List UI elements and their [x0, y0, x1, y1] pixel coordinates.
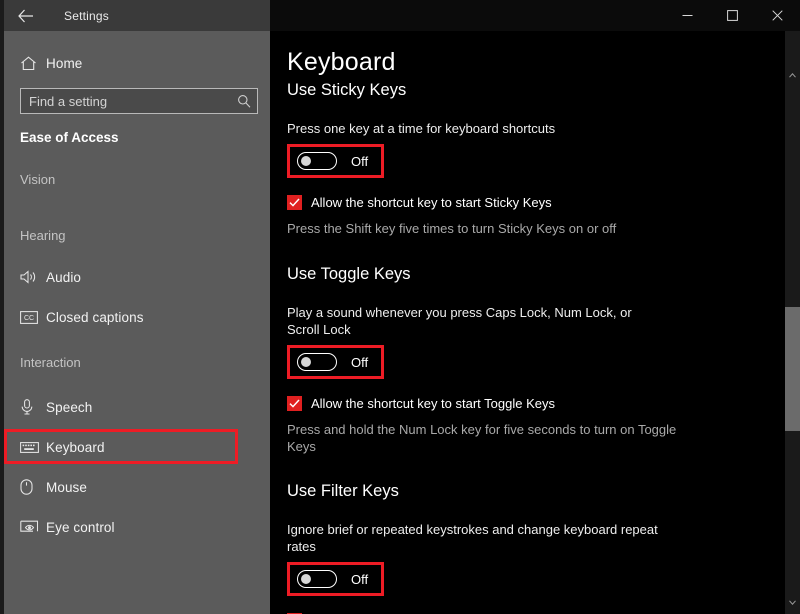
- toggle-switch-sticky-keys[interactable]: [297, 152, 337, 170]
- speaker-icon: [20, 270, 46, 284]
- checkbox-sticky-keys[interactable]: [287, 195, 302, 210]
- toggle-knob: [301, 357, 311, 367]
- toggle-state-toggle-keys: Off: [351, 355, 368, 370]
- toggle-state-filter-keys: Off: [351, 572, 368, 587]
- sidebar-item-eye-control-label: Eye control: [46, 520, 115, 535]
- sidebar-item-audio[interactable]: Audio: [4, 262, 270, 292]
- sidebar-item-mouse-label: Mouse: [46, 480, 87, 495]
- scrollbar-down-arrow[interactable]: [785, 594, 800, 610]
- sidebar-category-title: Ease of Access: [20, 130, 119, 145]
- section-heading-filter-keys: Use Filter Keys: [287, 482, 766, 501]
- sidebar-group-vision: Vision: [20, 172, 55, 187]
- toggle-knob: [301, 574, 311, 584]
- toggle-toggle-keys[interactable]: Off: [287, 345, 384, 379]
- toggle-switch-filter-keys[interactable]: [297, 570, 337, 588]
- keyboard-icon: [20, 441, 46, 454]
- section-heading-sticky-keys: Use Sticky Keys: [287, 81, 766, 100]
- section-heading-toggle-keys: Use Toggle Keys: [287, 265, 766, 284]
- microphone-icon: [20, 399, 46, 415]
- checkbox-label-toggle-keys: Allow the shortcut key to start Toggle K…: [311, 396, 555, 411]
- section-hint-sticky-keys: Press the Shift key five times to turn S…: [287, 220, 766, 237]
- sidebar-item-keyboard-label: Keyboard: [46, 440, 105, 455]
- sidebar-titlebar: Settings: [4, 0, 270, 31]
- window-title: Settings: [64, 9, 109, 23]
- toggle-switch-toggle-keys[interactable]: [297, 353, 337, 371]
- main-pane: Keyboard Use Sticky Keys Press one key a…: [270, 0, 800, 614]
- vertical-scrollbar[interactable]: [785, 31, 800, 614]
- scrollbar-thumb[interactable]: [785, 307, 800, 431]
- section-description-toggle-keys: Play a sound whenever you press Caps Loc…: [287, 304, 667, 338]
- checkbox-row-toggle-keys[interactable]: Allow the shortcut key to start Toggle K…: [287, 396, 766, 411]
- search-icon[interactable]: [231, 89, 257, 113]
- back-arrow-icon[interactable]: [4, 0, 48, 31]
- maximize-button[interactable]: [710, 0, 755, 31]
- close-button[interactable]: [755, 0, 800, 31]
- window-controls: [270, 0, 800, 31]
- sidebar-item-eye-control[interactable]: Eye control: [4, 512, 270, 542]
- section-description-sticky-keys: Press one key at a time for keyboard sho…: [287, 120, 766, 137]
- search-input[interactable]: [21, 94, 231, 109]
- sidebar-item-closed-captions-label: Closed captions: [46, 310, 144, 325]
- sidebar-item-mouse[interactable]: Mouse: [4, 472, 270, 502]
- sidebar-group-interaction: Interaction: [20, 355, 81, 370]
- eye-control-icon: [20, 520, 46, 534]
- sidebar-item-home[interactable]: Home: [4, 48, 270, 78]
- toggle-knob: [301, 156, 311, 166]
- sidebar-item-closed-captions[interactable]: CC Closed captions: [4, 302, 270, 332]
- scrollbar-up-arrow[interactable]: [785, 67, 800, 83]
- sidebar-item-keyboard[interactable]: Keyboard: [4, 432, 270, 462]
- toggle-filter-keys[interactable]: Off: [287, 562, 384, 596]
- checkbox-row-sticky-keys[interactable]: Allow the shortcut key to start Sticky K…: [287, 195, 766, 210]
- minimize-button[interactable]: [665, 0, 710, 31]
- sidebar-item-home-label: Home: [46, 56, 82, 71]
- page-title: Keyboard: [287, 48, 766, 77]
- search-box[interactable]: [20, 88, 258, 114]
- settings-window: Settings Home Ease of Access Vision He: [0, 0, 800, 614]
- settings-content: Keyboard Use Sticky Keys Press one key a…: [270, 31, 800, 614]
- checkbox-label-sticky-keys: Allow the shortcut key to start Sticky K…: [311, 195, 552, 210]
- sidebar-item-speech-label: Speech: [46, 400, 92, 415]
- toggle-sticky-keys[interactable]: Off: [287, 144, 384, 178]
- home-icon: [20, 56, 46, 71]
- sidebar-item-audio-label: Audio: [46, 270, 81, 285]
- svg-text:CC: CC: [24, 315, 34, 322]
- toggle-state-sticky-keys: Off: [351, 154, 368, 169]
- mouse-icon: [20, 479, 46, 495]
- checkbox-toggle-keys[interactable]: [287, 396, 302, 411]
- sidebar-group-hearing: Hearing: [20, 228, 66, 243]
- sidebar: Settings Home Ease of Access Vision He: [4, 0, 270, 614]
- sidebar-item-speech[interactable]: Speech: [4, 392, 270, 422]
- section-description-filter-keys: Ignore brief or repeated keystrokes and …: [287, 521, 667, 555]
- closed-captions-icon: CC: [20, 311, 46, 324]
- section-hint-toggle-keys: Press and hold the Num Lock key for five…: [287, 421, 679, 455]
